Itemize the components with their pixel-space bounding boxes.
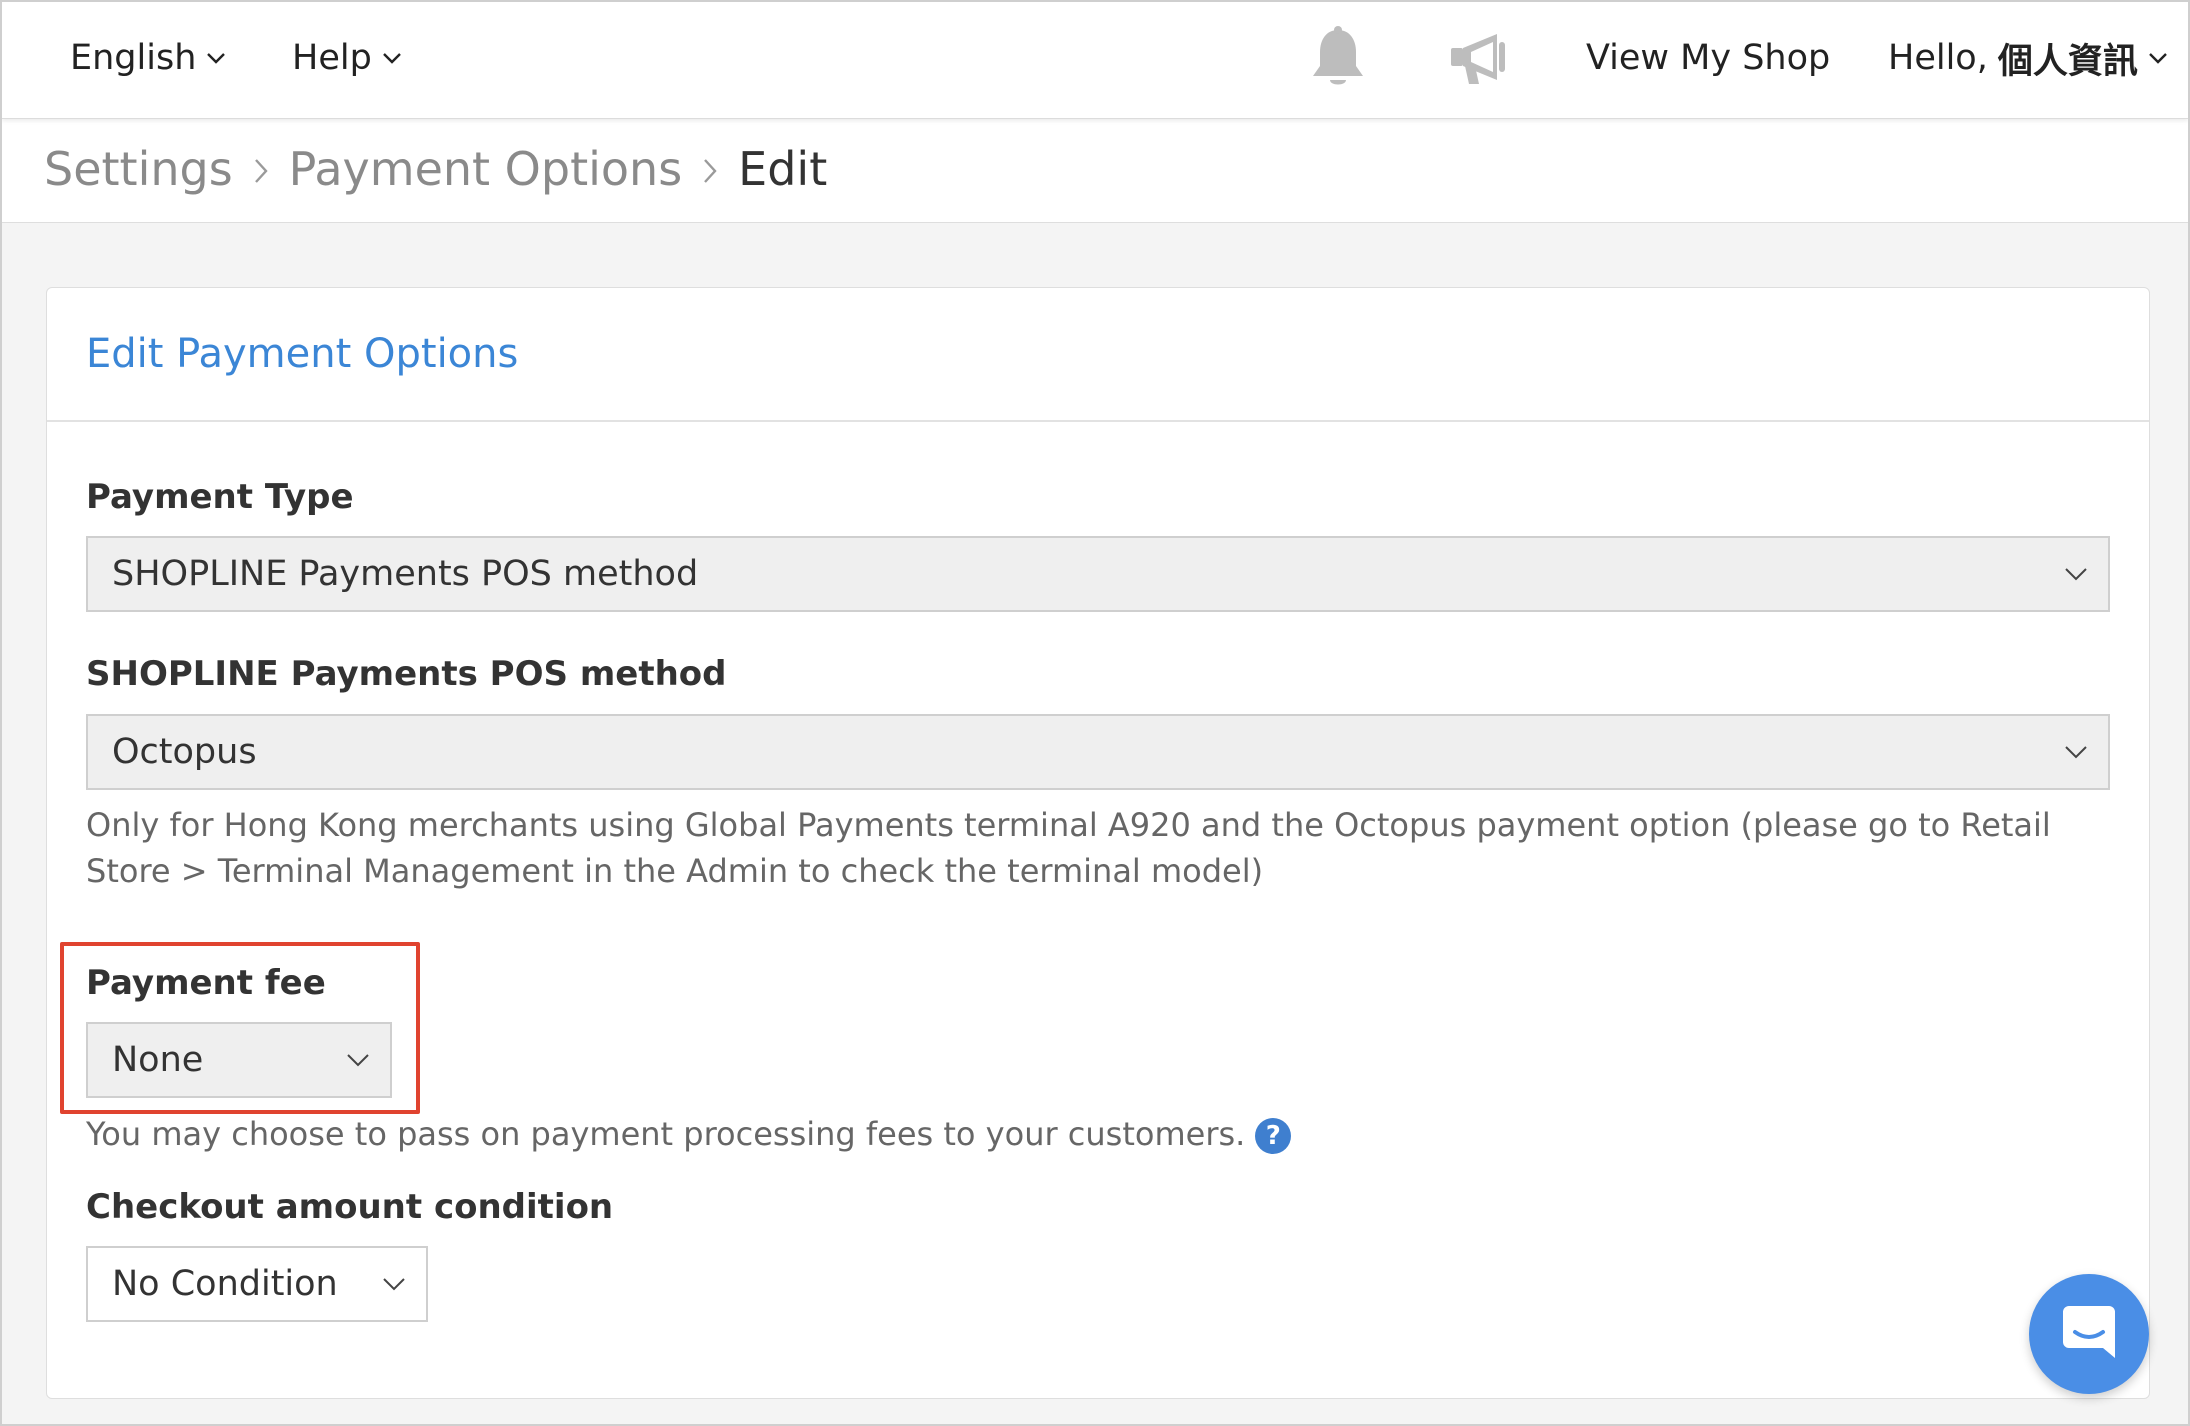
- view-my-shop-link[interactable]: View My Shop: [1586, 2, 1830, 114]
- checkout-condition-label: Checkout amount condition: [86, 1187, 614, 1227]
- payment-type-label: Payment Type: [86, 477, 354, 517]
- pos-method-label: SHOPLINE Payments POS method: [86, 654, 727, 694]
- checkout-condition-select[interactable]: No Condition: [86, 1246, 428, 1322]
- language-dropdown[interactable]: English: [70, 2, 226, 114]
- language-label: English: [70, 38, 197, 78]
- payment-fee-label: Payment fee: [86, 963, 326, 1003]
- top-navbar: English Help View My Shop Hello, 個人資訊: [2, 2, 2188, 119]
- help-dropdown[interactable]: Help: [292, 2, 402, 114]
- chevron-right-icon: [253, 142, 269, 196]
- user-name: 個人資訊: [1997, 41, 2138, 82]
- checkout-condition-value: No Condition: [112, 1264, 338, 1304]
- breadcrumb-bar: Settings Payment Options Edit: [2, 119, 2188, 223]
- chat-launcher-button[interactable]: [2029, 1274, 2149, 1394]
- question-icon[interactable]: ?: [1255, 1118, 1292, 1154]
- breadcrumb-current: Edit: [738, 142, 828, 196]
- pos-method-help: Only for Hong Kong merchants using Globa…: [86, 806, 2051, 890]
- chevron-down-icon: [382, 1277, 406, 1291]
- hello-prefix: Hello,: [1888, 38, 1988, 78]
- chat-icon: [2059, 1302, 2119, 1366]
- user-menu-dropdown[interactable]: Hello, 個人資訊: [1888, 2, 2168, 114]
- chevron-down-icon: [382, 52, 402, 64]
- payment-type-value: SHOPLINE Payments POS method: [112, 554, 699, 594]
- chevron-right-icon: [702, 142, 718, 196]
- payment-type-select[interactable]: SHOPLINE Payments POS method: [86, 536, 2110, 612]
- chevron-down-icon: [2064, 745, 2088, 759]
- breadcrumb: Settings Payment Options Edit: [44, 119, 827, 219]
- pos-method-select[interactable]: Octopus: [86, 714, 2110, 790]
- breadcrumb-item-payment-options[interactable]: Payment Options: [289, 142, 683, 196]
- payment-fee-value: None: [112, 1040, 204, 1080]
- card-title: Edit Payment Options: [86, 331, 519, 377]
- chevron-down-icon: [346, 1053, 370, 1067]
- pos-method-value: Octopus: [112, 732, 257, 772]
- payment-fee-help-row: You may choose to pass on payment proces…: [86, 1111, 1686, 1157]
- breadcrumb-item-settings[interactable]: Settings: [44, 142, 233, 196]
- view-my-shop-label: View My Shop: [1586, 38, 1831, 78]
- edit-payment-card: Edit Payment Options Payment Type SHOPLI…: [46, 287, 2150, 1399]
- card-header: Edit Payment Options: [47, 288, 2149, 422]
- bell-icon[interactable]: [1308, 2, 1368, 114]
- chevron-down-icon: [2148, 52, 2168, 64]
- megaphone-icon[interactable]: [1447, 2, 1513, 114]
- payment-fee-help: You may choose to pass on payment proces…: [86, 1115, 1246, 1153]
- payment-fee-select[interactable]: None: [86, 1022, 392, 1098]
- app-window: English Help View My Shop Hello, 個人資訊 Se…: [0, 0, 2190, 1426]
- help-label: Help: [292, 38, 372, 78]
- chevron-down-icon: [2064, 567, 2088, 581]
- chevron-down-icon: [206, 52, 226, 64]
